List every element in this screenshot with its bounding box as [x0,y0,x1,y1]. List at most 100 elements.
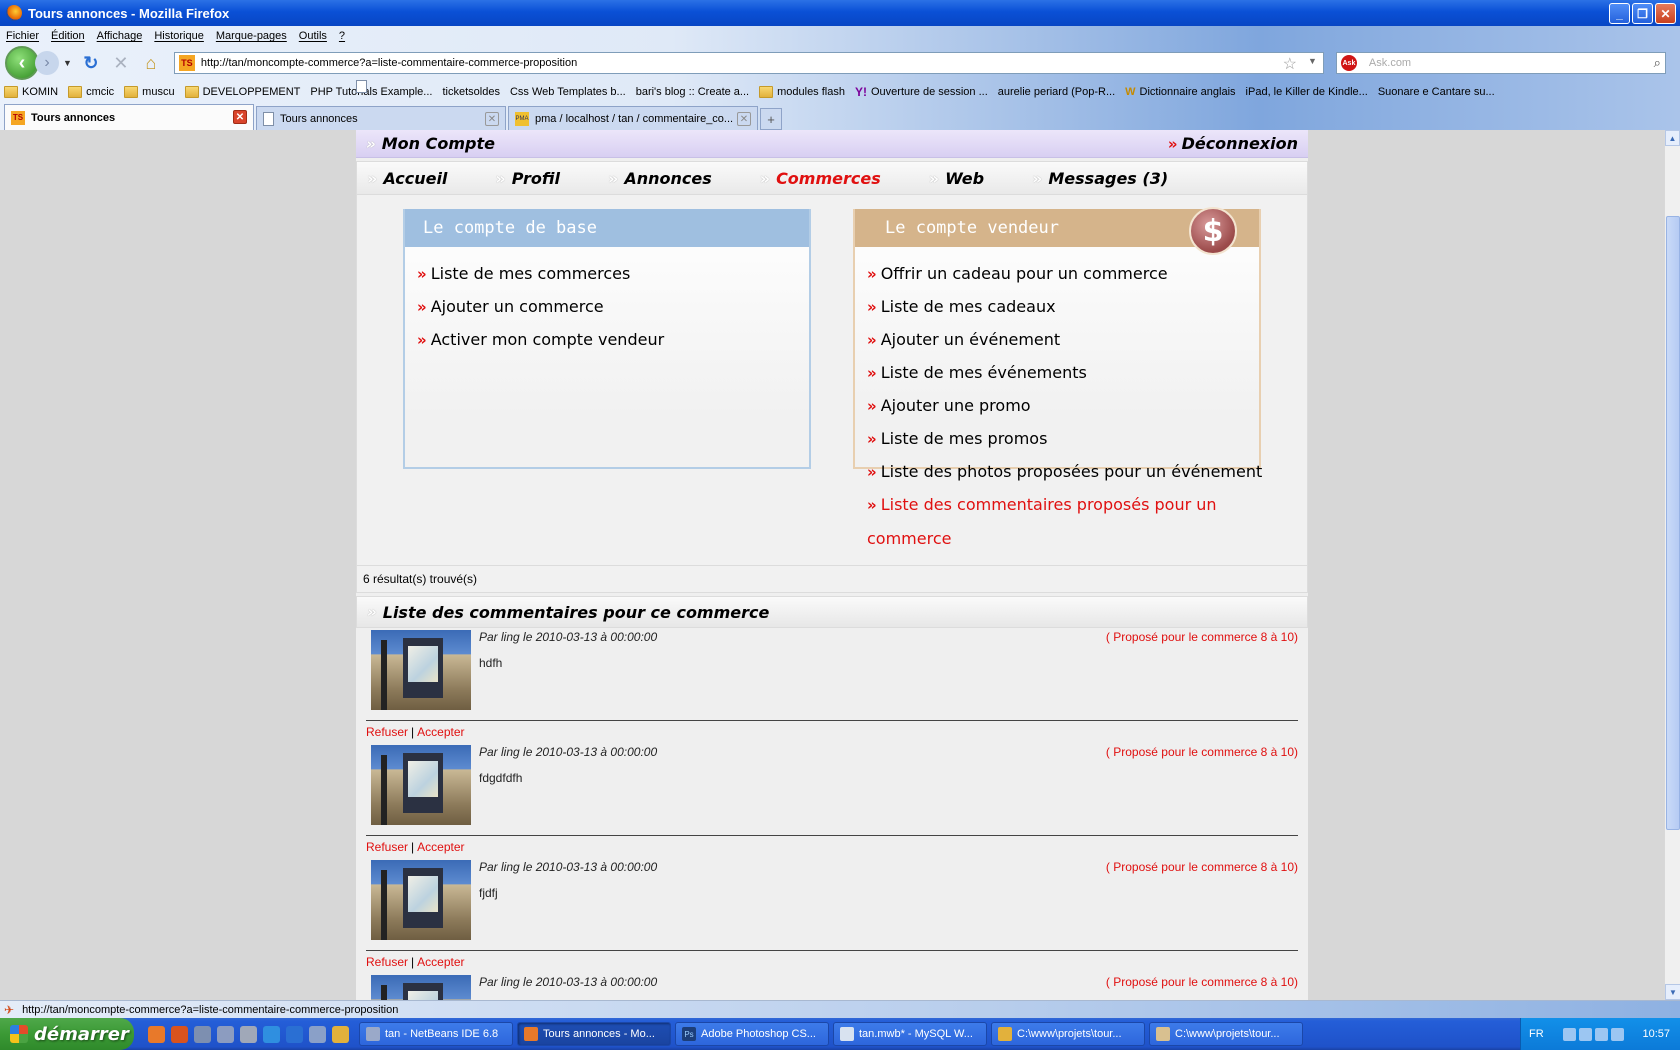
taskbar-item-photoshop[interactable]: Ps Adobe Photoshop CS... [675,1022,829,1046]
nav-web[interactable]: » Web [919,169,984,188]
close-tab-icon[interactable]: ✕ [233,110,247,124]
bookmark-item[interactable]: Y! Ouverture de session ... [855,85,988,99]
tools-icon[interactable] [217,1025,234,1043]
stop-icon[interactable]: ✕ [108,53,134,74]
vendor-link-current[interactable]: » Liste des commentaires proposés pour un… [867,488,1257,555]
link-label[interactable]: Liste de mes événements [881,363,1087,382]
close-tab-icon[interactable]: ✕ [485,112,499,126]
bookmark-item[interactable]: ticketsoldes [356,80,500,98]
tab-phpmyadmin[interactable]: PMA pma / localhost / tan / commentaire_… [508,106,758,130]
folder-icon[interactable] [332,1025,349,1043]
bookmark-item[interactable]: iPad, le Killer de Kindle... [356,80,1368,98]
bookmark-item[interactable]: Suonare e Cantare su... [356,80,1495,98]
bookmark-item[interactable]: modules flash [759,86,845,98]
bookmark-item[interactable]: aurelie periard (Pop-R... [356,80,1115,98]
nav-label[interactable]: Profil [512,169,560,188]
comment-photo[interactable] [371,745,471,825]
search-icon[interactable]: ⌕ [1654,55,1661,71]
menu-edition[interactable]: Édition [51,30,85,42]
tray-icon[interactable] [1562,1027,1576,1041]
taskbar-item-explorer[interactable]: C:\www\projets\tour... [991,1022,1145,1046]
app-icon[interactable] [240,1025,257,1043]
menu-marque-pages[interactable]: Marque-pages [216,30,287,42]
close-button[interactable]: ✕ [1655,3,1676,24]
nav-commerces[interactable]: » Commerces [750,169,881,188]
nav-label[interactable]: Messages (3) [1048,169,1168,188]
firefox-icon[interactable] [171,1025,188,1043]
ie-icon[interactable] [286,1025,303,1043]
link-label[interactable]: Liste de mes promos [881,429,1048,448]
vendor-link[interactable]: » Ajouter un événement [867,323,1259,356]
nav-messages[interactable]: » Messages (3) [1022,169,1168,188]
vendor-link[interactable]: » Offrir un cadeau pour un commerce [867,257,1259,290]
link-label[interactable]: Ajouter un commerce [431,297,604,316]
tab-tours-annonces[interactable]: Tours annonces ✕ [256,106,506,130]
accept-link[interactable]: Accepter [417,955,464,969]
base-link[interactable]: » Liste de mes commerces [417,257,809,290]
reload-icon[interactable]: ↻ [78,53,104,74]
link-label[interactable]: Activer mon compte vendeur [431,330,664,349]
link-label[interactable]: Offrir un cadeau pour un commerce [881,264,1168,283]
accept-link[interactable]: Accepter [417,840,464,854]
refuse-link[interactable]: Refuser [366,840,408,854]
taskbar-item-editor[interactable]: C:\www\projets\tour... [1149,1022,1303,1046]
firefox-icon[interactable] [148,1025,165,1043]
address-bar[interactable]: TS http://tan/moncompte-commerce?a=liste… [173,52,1324,74]
nav-annonces[interactable]: » Annonces [598,169,712,188]
vendor-link[interactable]: » Liste des photos proposées pour un évén… [867,455,1262,488]
bookmark-item[interactable]: W Dictionnaire anglais [1125,86,1235,98]
tray-icon[interactable] [1610,1027,1624,1041]
comment-photo[interactable] [371,860,471,940]
taskbar-item-firefox[interactable]: Tours annonces - Mo... [517,1022,671,1046]
vendor-link[interactable]: » Ajouter une promo [867,389,1259,422]
nav-label[interactable]: Accueil [383,169,447,188]
tray-icon[interactable] [1578,1027,1592,1041]
base-link[interactable]: » Ajouter un commerce [417,290,809,323]
link-label[interactable]: Ajouter une promo [881,396,1031,415]
link-label[interactable]: Ajouter un événement [881,330,1060,349]
language-indicator[interactable]: FR [1529,1028,1544,1040]
vendor-link[interactable]: » Liste de mes promos [867,422,1259,455]
back-button[interactable]: ‹ [5,46,39,80]
nav-label[interactable]: Commerces [776,169,881,188]
refuse-link[interactable]: Refuser [366,725,408,739]
link-label[interactable]: Liste de mes cadeaux [881,297,1056,316]
scroll-up-icon[interactable]: ▲ [1665,130,1680,146]
menu-historique[interactable]: Historique [154,30,204,42]
comment-photo[interactable] [371,630,471,710]
start-button[interactable]: démarrer [0,1018,134,1050]
link-label[interactable]: Liste des photos proposées pour un événe… [881,462,1263,481]
bookmark-item[interactable]: cmcic [68,86,114,98]
maximize-button[interactable]: ❐ [1632,3,1653,24]
menu-affichage[interactable]: Affichage [97,30,143,42]
menu-fichier[interactable]: Fichier [6,30,39,42]
menu-outils[interactable]: Outils [299,30,327,42]
tray-icon[interactable] [1594,1027,1608,1041]
tab-tours-annonces-active[interactable]: TS Tours annonces ✕ [4,104,254,130]
minimize-button[interactable]: _ [1609,3,1630,24]
vendor-link[interactable]: » Liste de mes événements [867,356,1259,389]
user-icon[interactable] [194,1025,211,1043]
bookmark-item[interactable]: muscu [124,86,175,98]
ask-engine-icon[interactable]: Ask [1340,55,1357,71]
ie-icon[interactable] [263,1025,280,1043]
close-tab-icon[interactable]: ✕ [737,112,751,126]
vertical-scrollbar[interactable]: ▲ ▼ [1664,130,1680,1000]
history-dropdown-icon[interactable]: ▼ [63,58,72,68]
new-tab-button[interactable]: + [760,108,782,130]
menu-help[interactable]: ? [339,30,345,42]
comment-photo[interactable] [371,975,471,1000]
logout-link[interactable]: » Déconnexion [1168,134,1298,153]
taskbar-item-netbeans[interactable]: tan - NetBeans IDE 6.8 [359,1022,513,1046]
search-placeholder[interactable]: Ask.com [1369,57,1411,69]
bookmark-star-icon[interactable]: ☆ [1283,54,1297,74]
link-label[interactable]: Liste des commentaires proposés pour un … [867,495,1217,548]
base-link[interactable]: » Activer mon compte vendeur [417,323,809,356]
bookmark-item[interactable]: KOMIN [4,86,58,98]
url-dropdown-icon[interactable]: ▼ [1308,56,1317,66]
taskbar-item-mysql[interactable]: tan.mwb* - MySQL W... [833,1022,987,1046]
nav-accueil[interactable]: » Accueil [357,169,447,188]
bookmark-item[interactable]: DEVELOPPEMENT [184,86,300,98]
vendor-link[interactable]: » Liste de mes cadeaux [867,290,1259,323]
search-bar[interactable]: Ask Ask.com ⌕ [1335,52,1666,74]
